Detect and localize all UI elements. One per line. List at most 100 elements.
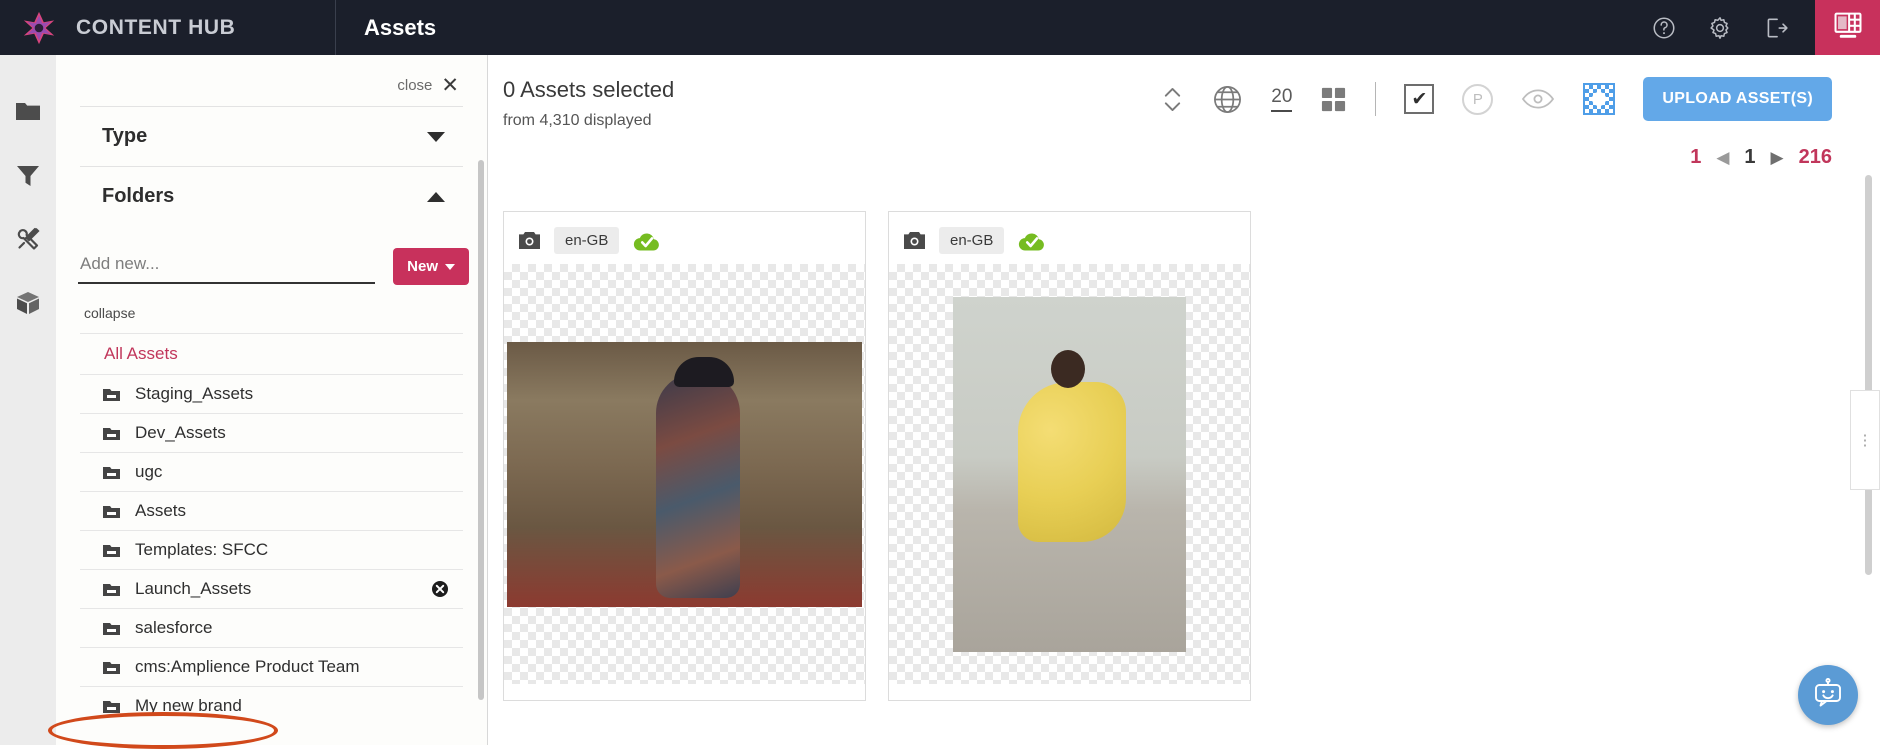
pagination-last-page[interactable]: 216 <box>1799 146 1832 169</box>
folder-item-salesforce[interactable]: salesforce <box>80 608 463 647</box>
folder-icon <box>102 659 121 676</box>
main-scrollbar[interactable] <box>1865 175 1872 575</box>
asset-grid: en-GB en-GB <box>489 169 1880 701</box>
chevron-left-icon[interactable]: ◀ <box>1716 148 1729 168</box>
grid-view-icon[interactable] <box>1320 86 1347 113</box>
brand-name: CONTENT HUB <box>76 15 236 39</box>
page-title: Assets <box>364 14 437 40</box>
folder-icon <box>102 620 121 637</box>
asset-thumbnail <box>953 296 1186 652</box>
pagination-current-page: 1 <box>1744 146 1756 168</box>
accordion-title-type: Type <box>102 125 148 147</box>
main-content: 0 Assets selected from 4,310 displayed 2… <box>489 55 1880 745</box>
folder-icon <box>102 542 121 559</box>
panel-close-button[interactable]: close ✕ <box>56 55 487 106</box>
pagination-first-page[interactable]: 1 <box>1690 146 1701 169</box>
drawer-handle-icon: ⋮ <box>1857 432 1873 449</box>
folder-item-label: Dev_Assets <box>135 423 226 442</box>
folder-item-ugc[interactable]: ugc <box>80 452 463 491</box>
tools-icon[interactable] <box>14 225 42 253</box>
filter-accordion: Type Folders <box>80 106 463 226</box>
folder-icon <box>102 386 121 403</box>
collapse-link[interactable]: collapse <box>56 289 487 333</box>
asset-card[interactable]: en-GB <box>503 211 866 701</box>
panel-scrollbar[interactable] <box>478 160 484 700</box>
asset-thumbnail-area <box>889 264 1250 684</box>
brand-area[interactable]: CONTENT HUB <box>0 0 336 55</box>
transparency-icon[interactable] <box>1583 83 1616 115</box>
filter-panel: close ✕ Type Folders New collapse All As… <box>56 55 488 745</box>
globe-icon[interactable] <box>1212 84 1243 115</box>
left-icon-rail <box>0 55 56 745</box>
cube-icon[interactable] <box>14 289 42 317</box>
asset-locale-badge: en-GB <box>554 227 620 254</box>
pagination: 1 ◀ 1 ▶ 216 <box>489 130 1880 169</box>
selection-summary: 0 Assets selected from 4,310 displayed <box>489 77 674 130</box>
chevron-down-icon <box>427 131 445 142</box>
folder-item-label: salesforce <box>135 618 213 637</box>
upload-assets-button[interactable]: UPLOAD ASSET(S) <box>1643 77 1832 121</box>
folder-item-label: Assets <box>135 501 187 520</box>
folder-list: All Assets Staging_Assets Dev_Assets ugc… <box>80 333 463 725</box>
folder-item-label: Launch_Assets <box>135 579 252 598</box>
folder-item-my-new-brand[interactable]: My new brand <box>80 686 463 725</box>
asset-card-header: en-GB <box>504 212 865 264</box>
folder-item-label: cms:Amplience Product Team <box>135 657 360 676</box>
sort-order-icon[interactable] <box>1161 83 1184 116</box>
add-folder-row: New <box>56 226 487 289</box>
right-drawer-handle[interactable]: ⋮ <box>1850 390 1880 490</box>
add-folder-input[interactable] <box>78 249 376 284</box>
folder-item-staging-assets[interactable]: Staging_Assets <box>80 375 463 413</box>
folder-item-assets[interactable]: Assets <box>80 491 463 530</box>
gear-icon[interactable] <box>1707 15 1733 41</box>
folder-item-templates-sfcc[interactable]: Templates: SFCC <box>80 530 463 569</box>
panel-close-label: close <box>397 77 433 94</box>
page-size-selector[interactable]: 20 <box>1271 86 1293 112</box>
new-folder-button[interactable]: New <box>393 248 469 285</box>
folder-item-dev-assets[interactable]: Dev_Assets <box>80 413 463 452</box>
folder-item-label: Templates: SFCC <box>135 540 269 559</box>
top-bar: CONTENT HUB Assets <box>0 0 1880 55</box>
delete-folder-icon[interactable] <box>431 580 449 598</box>
help-icon[interactable] <box>1651 15 1677 41</box>
logout-icon[interactable] <box>1763 15 1789 41</box>
chevron-down-icon <box>445 263 455 270</box>
folder-item-label: ugc <box>135 462 163 481</box>
close-icon[interactable]: ✕ <box>441 75 459 96</box>
camera-icon <box>518 231 541 250</box>
toolbar-divider <box>1375 82 1377 116</box>
folder-icon <box>102 425 121 442</box>
folder-icon <box>102 503 121 520</box>
folder-item-cms-amplience-product-team[interactable]: cms:Amplience Product Team <box>80 647 463 686</box>
folder-item-all-assets[interactable]: All Assets <box>80 333 463 375</box>
eye-icon[interactable] <box>1521 88 1555 110</box>
filter-icon[interactable] <box>14 161 42 189</box>
main-header: 0 Assets selected from 4,310 displayed 2… <box>489 55 1880 130</box>
camera-icon <box>903 231 926 250</box>
folder-icon <box>102 464 121 481</box>
chatbot-button[interactable] <box>1798 665 1858 725</box>
amplience-star-logo-icon <box>20 9 58 47</box>
folder-icon <box>102 698 121 715</box>
accordion-section-folders[interactable]: Folders <box>80 167 463 226</box>
folder-item-launch-assets[interactable]: Launch_Assets <box>80 569 463 608</box>
cloud-published-icon <box>1017 230 1047 252</box>
layout-panel-icon <box>1831 8 1865 47</box>
selected-count-label: 0 Assets selected <box>503 77 675 102</box>
folder-item-label: All Assets <box>104 344 178 363</box>
new-folder-button-label: New <box>407 258 438 275</box>
asset-card[interactable]: en-GB <box>888 211 1251 701</box>
top-bar-icons <box>1651 15 1815 41</box>
layout-panel-toggle-button[interactable] <box>1815 0 1880 55</box>
asset-thumbnail <box>507 341 862 607</box>
chatbot-icon <box>1809 674 1847 717</box>
folder-item-label: Staging_Assets <box>135 384 254 403</box>
select-all-checkbox[interactable]: ✔ <box>1404 84 1435 114</box>
folder-item-label: My new brand <box>135 696 242 715</box>
folder-icon[interactable] <box>14 97 42 125</box>
asset-locale-badge: en-GB <box>939 227 1005 254</box>
publish-status-icon[interactable]: P <box>1462 83 1494 115</box>
accordion-section-type[interactable]: Type <box>80 107 463 167</box>
page-title-wrap: Assets <box>336 15 436 41</box>
chevron-right-icon[interactable]: ▶ <box>1771 148 1784 168</box>
